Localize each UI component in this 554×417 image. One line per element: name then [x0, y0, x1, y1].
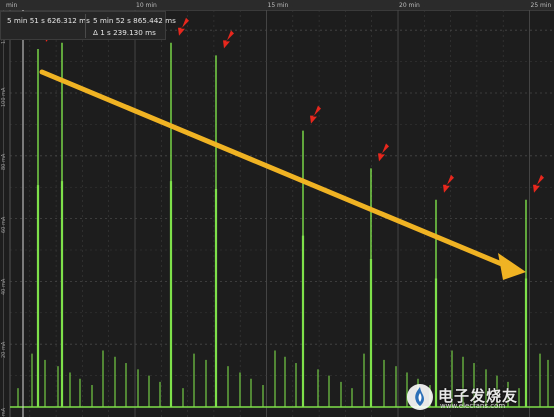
cursor-measurement-panel: 5 min 51 s 626.312 ms 5 min 52 s 865.442… — [0, 11, 176, 40]
time-tick-label: 25 min — [530, 2, 552, 9]
panel-divider — [85, 14, 86, 38]
plot-area[interactable] — [0, 10, 554, 417]
oscilloscope-app: min10 min15 min20 min25 min 120 mA100 mA… — [0, 0, 554, 417]
y-tick-label: 40 mA — [1, 279, 7, 296]
red-marker-arrow-icon — [443, 174, 454, 193]
red-marker-arrow-icon — [533, 174, 544, 193]
trend-arrow-shaft — [39, 69, 507, 268]
time-tick-label: 15 min — [267, 2, 289, 9]
delta-time: Δ 1 s 239.130 ms — [93, 28, 156, 37]
time-tick-label: min — [6, 2, 18, 9]
y-tick-label: 20 mA — [1, 341, 7, 359]
y-tick-label: 0 mA — [1, 407, 7, 417]
cursor-b-time: 5 min 52 s 865.442 ms — [93, 16, 176, 25]
time-tick-label: 20 min — [399, 2, 420, 9]
time-tick-label: 10 min — [136, 2, 157, 9]
watermark-url: www.elecfans.com — [440, 402, 506, 410]
trend-arrow-head — [498, 253, 526, 280]
y-tick-label: 100 mA — [1, 87, 7, 107]
y-tick-label: 80 mA — [1, 153, 7, 170]
red-marker-arrow-icon — [378, 143, 389, 162]
cursor-a-time: 5 min 51 s 626.312 ms — [7, 16, 90, 25]
waveform-canvas — [3, 10, 554, 417]
elecfans-logo-icon — [407, 384, 433, 410]
red-marker-arrow-icon — [223, 30, 234, 49]
y-tick-label: 60 mA — [1, 216, 7, 233]
watermark: 电子发烧友 www.elecfans.com — [406, 383, 550, 413]
